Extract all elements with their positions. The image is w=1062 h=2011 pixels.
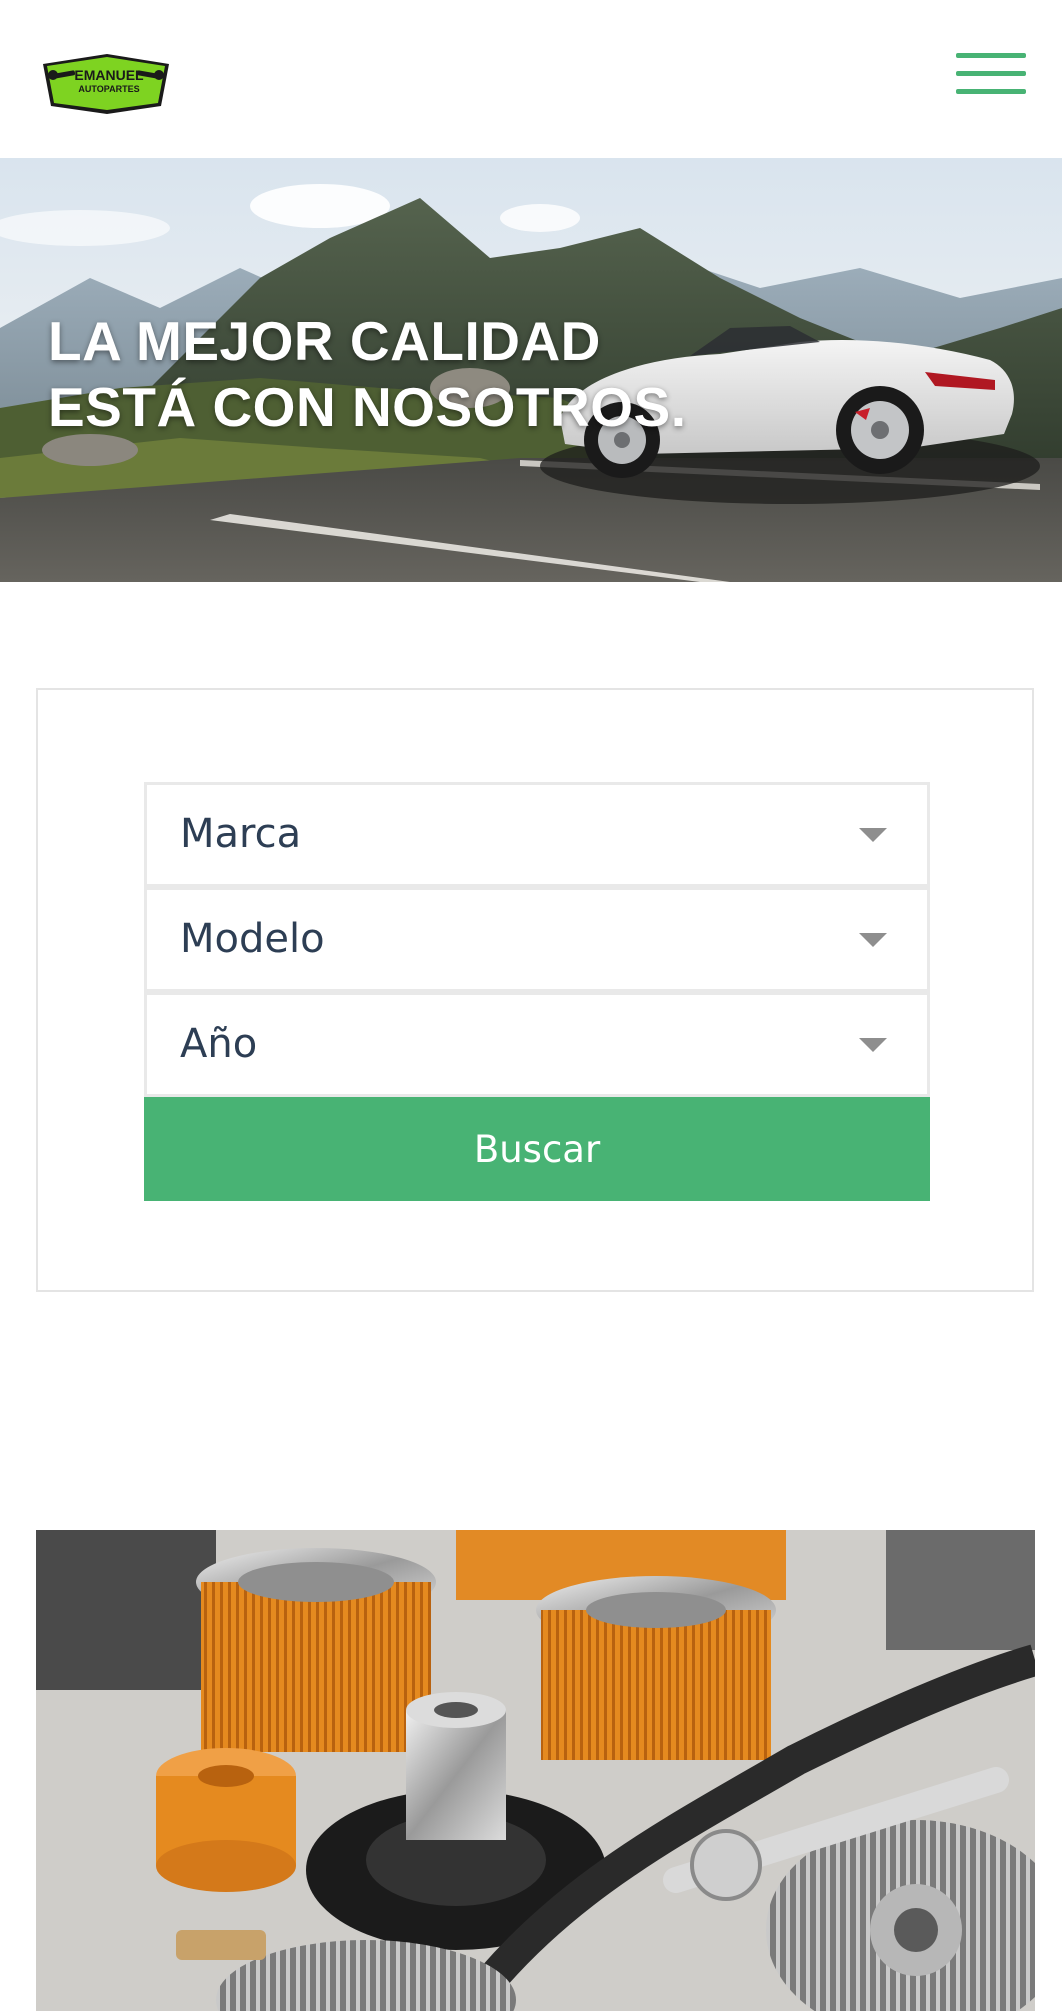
hero-title-line2: ESTÁ CON NOSOTROS. (48, 376, 687, 438)
brand-select-value: Marca (180, 811, 302, 857)
year-select[interactable]: Año (144, 992, 930, 1097)
model-select-value: Modelo (180, 916, 325, 962)
year-select-value: Año (180, 1021, 258, 1067)
hamburger-menu-icon[interactable] (956, 50, 1026, 98)
search-button[interactable]: Buscar (144, 1097, 930, 1201)
auto-parts-photo (36, 1530, 1035, 2011)
brand-select[interactable]: Marca (144, 782, 930, 887)
site-logo[interactable]: EMANUEL AUTOPARTES (37, 50, 175, 116)
part-search-form: Marca Modelo Año Buscar (144, 782, 930, 1201)
hero-title: LA MEJOR CALIDAD ESTÁ CON NOSOTROS. (48, 308, 687, 440)
menu-bar (956, 53, 1026, 58)
hero-title-line1: LA MEJOR CALIDAD (48, 310, 601, 372)
emanuel-autopartes-logo: EMANUEL AUTOPARTES (43, 54, 169, 114)
chevron-down-icon (859, 933, 887, 947)
chevron-down-icon (859, 828, 887, 842)
logo-line1: EMANUEL (74, 67, 144, 83)
logo-line2: AUTOPARTES (78, 84, 139, 94)
auto-parts-image (36, 1530, 1035, 2011)
menu-bar (956, 89, 1026, 94)
part-search-card: Marca Modelo Año Buscar (36, 688, 1034, 1292)
chevron-down-icon (859, 1038, 887, 1052)
hero-banner: LA MEJOR CALIDAD ESTÁ CON NOSOTROS. (0, 158, 1062, 582)
site-header: EMANUEL AUTOPARTES (0, 0, 1062, 158)
menu-bar (956, 71, 1026, 76)
model-select[interactable]: Modelo (144, 887, 930, 992)
